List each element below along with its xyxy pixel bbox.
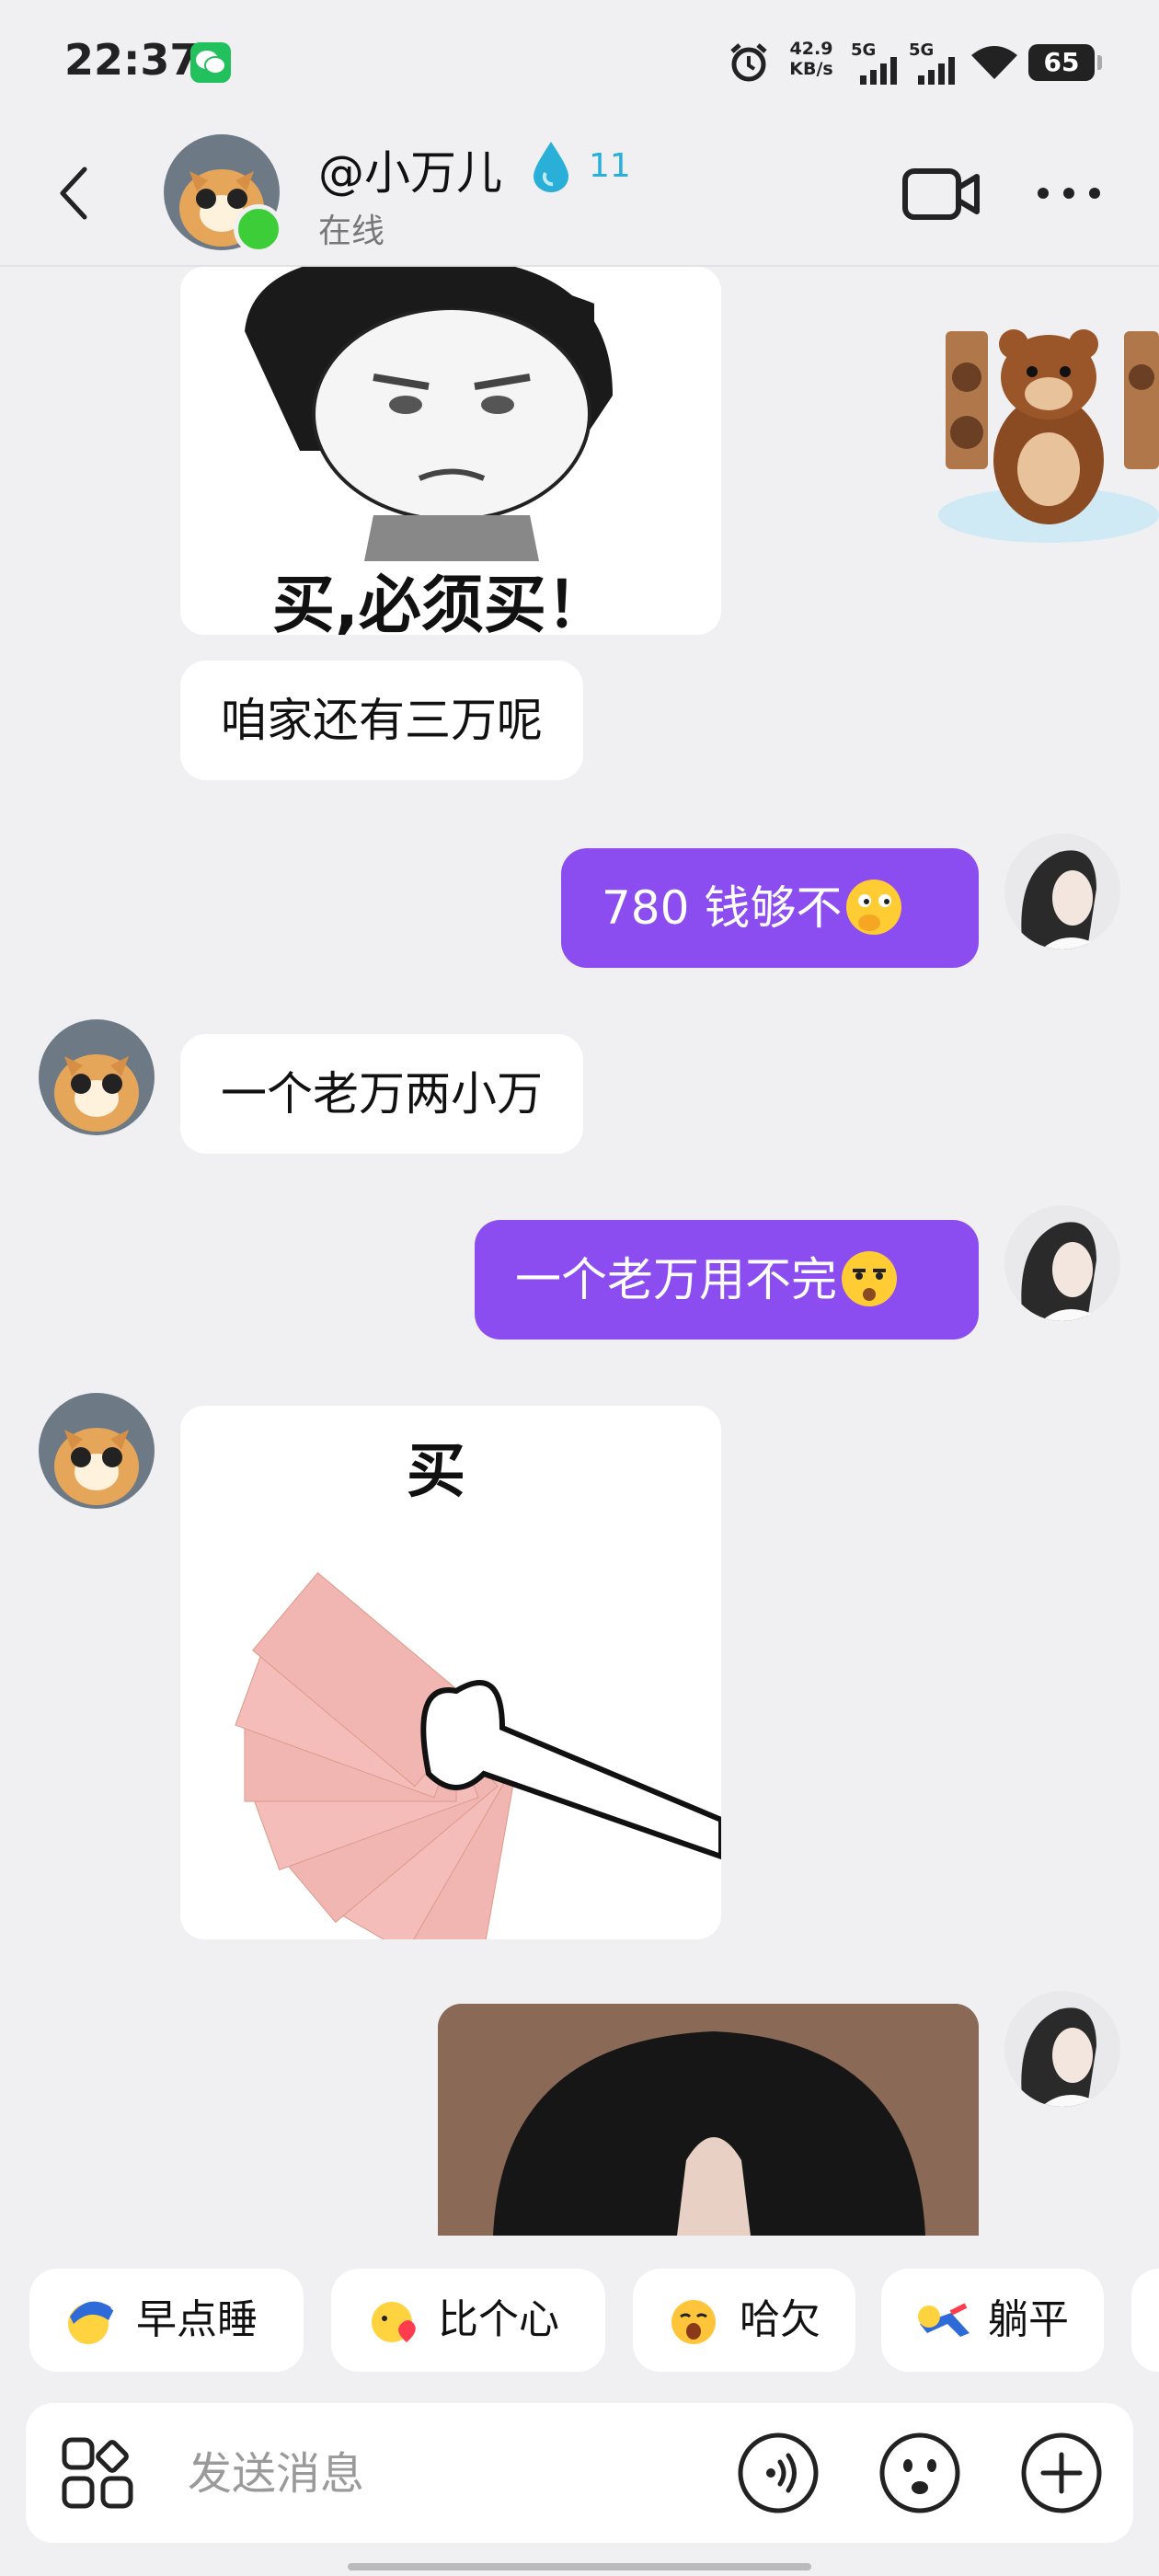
quick-reply-heart[interactable]: 比个心 bbox=[331, 2269, 605, 2372]
video-camera-icon bbox=[902, 168, 980, 220]
online-status: 在线 bbox=[318, 213, 385, 250]
network-speed-unit: KB/s bbox=[789, 59, 833, 79]
thinking-emoji-icon bbox=[846, 879, 902, 935]
my-avatar[interactable] bbox=[1004, 1205, 1120, 1321]
sticker-message[interactable]: 买,必须买！ bbox=[180, 267, 721, 635]
sticker-caption: 买 bbox=[407, 1438, 465, 1506]
photo-thumbnail bbox=[438, 2004, 979, 2236]
quick-reply-overflow[interactable] bbox=[1131, 2269, 1159, 2372]
signal-strength-2: 5G bbox=[909, 40, 962, 85]
add-attachment-button[interactable] bbox=[1019, 2431, 1104, 2515]
message-input[interactable] bbox=[186, 2438, 705, 2510]
message-text: 一个老万用不完 bbox=[515, 1253, 837, 1306]
status-time: 22:37 bbox=[64, 35, 200, 85]
quick-reply-yawn[interactable]: 哈欠 bbox=[633, 2269, 855, 2372]
chevron-left-icon bbox=[60, 167, 87, 220]
contact-avatar[interactable] bbox=[39, 1019, 155, 1135]
heart-hands-emoji-icon bbox=[372, 2302, 416, 2342]
online-indicator bbox=[234, 204, 283, 254]
network-speed: 42.9 KB/s bbox=[784, 39, 839, 79]
my-avatar[interactable] bbox=[1004, 1991, 1120, 2107]
sticker-message[interactable]: 买 bbox=[180, 1406, 721, 1939]
unamused-emoji-icon bbox=[842, 1250, 897, 1306]
voice-message-button[interactable] bbox=[736, 2431, 820, 2515]
apps-grid-icon bbox=[62, 2437, 133, 2509]
message-composer bbox=[26, 2403, 1133, 2543]
wechat-notification-icon bbox=[190, 42, 231, 83]
emoji-button[interactable] bbox=[878, 2431, 962, 2515]
smiley-icon bbox=[879, 2432, 960, 2513]
quick-reply-label: 早点睡 bbox=[136, 2296, 258, 2343]
sleep-emoji-icon bbox=[68, 2300, 121, 2344]
signal-strength-1: 5G bbox=[851, 40, 904, 85]
plus-icon bbox=[1021, 2432, 1102, 2513]
more-dots-icon bbox=[1038, 188, 1100, 199]
quick-reply-lie-flat[interactable]: 躺平 bbox=[881, 2269, 1104, 2372]
photo-message[interactable] bbox=[438, 2004, 979, 2236]
more-options-button[interactable] bbox=[1034, 180, 1104, 210]
quick-reply-early-sleep[interactable]: 早点睡 bbox=[29, 2269, 304, 2372]
wifi-icon bbox=[970, 44, 1019, 85]
quick-reply-label: 躺平 bbox=[988, 2296, 1069, 2343]
money-fan-sticker bbox=[235, 1571, 721, 1939]
battery-indicator: 65 bbox=[1028, 44, 1102, 81]
fire-streak-count: 11 bbox=[589, 147, 631, 185]
my-avatar[interactable] bbox=[1004, 834, 1120, 949]
message-text: 780 钱够不 bbox=[602, 881, 843, 935]
network-speed-value: 42.9 bbox=[789, 39, 833, 59]
meme-face-sticker bbox=[245, 267, 613, 561]
back-button[interactable] bbox=[55, 164, 92, 223]
home-indicator[interactable] bbox=[348, 2563, 811, 2570]
outgoing-message[interactable]: 一个老万用不完 bbox=[475, 1220, 979, 1340]
fire-streak-icon bbox=[530, 140, 572, 197]
contact-name[interactable]: @小万儿 bbox=[318, 136, 502, 202]
voice-icon bbox=[738, 2432, 819, 2513]
video-call-button[interactable] bbox=[901, 166, 981, 226]
apps-grid-button[interactable] bbox=[59, 2434, 136, 2512]
quick-reply-label: 比个心 bbox=[438, 2296, 559, 2343]
yawn-emoji-icon bbox=[671, 2300, 716, 2344]
bear-sticker[interactable] bbox=[929, 313, 1159, 561]
quick-reply-label: 哈欠 bbox=[740, 2296, 820, 2343]
contact-avatar[interactable] bbox=[39, 1393, 155, 1509]
alarm-icon bbox=[727, 40, 771, 88]
lying-flat-emoji-icon bbox=[918, 2303, 970, 2337]
sticker-caption: 买,必须买！ bbox=[272, 569, 609, 635]
outgoing-message[interactable]: 780 钱够不 bbox=[561, 848, 979, 968]
incoming-message[interactable]: 咱家还有三万呢 bbox=[180, 661, 583, 780]
incoming-message[interactable]: 一个老万两小万 bbox=[180, 1034, 583, 1154]
